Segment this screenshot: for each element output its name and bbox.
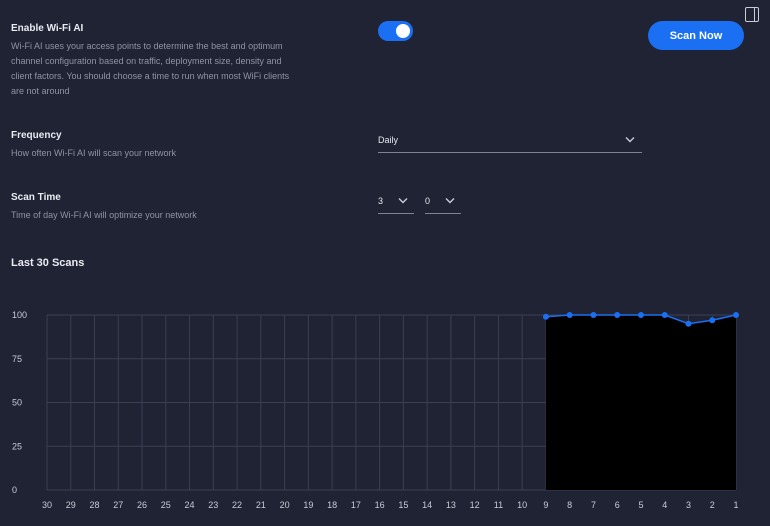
chevron-down-icon	[445, 198, 455, 204]
wifi-ai-title: Enable Wi-Fi AI	[11, 23, 84, 34]
wifi-ai-description-line: client factors. You should choose a time…	[11, 71, 290, 81]
chevron-down-icon	[625, 137, 635, 143]
scan-time-description: Time of day Wi-Fi AI will optimize your …	[11, 210, 197, 220]
side-panel-icon[interactable]	[745, 7, 759, 22]
last-scans-chart: 0255075100 30 29 28 27 26 25 24 23 22 21 20 19 18 17 1…	[12, 310, 739, 510]
x-tick-label: 11	[494, 500, 503, 510]
scan-time-minute-value: 0	[425, 195, 431, 206]
x-tick-label: 5	[638, 500, 643, 510]
x-tick-label: 25	[161, 500, 171, 510]
x-tick-label: 22	[232, 500, 242, 510]
wifi-ai-description: Wi-Fi AI uses your access points to dete…	[11, 39, 351, 99]
x-tick-label: 18	[327, 500, 337, 510]
scan-now-button[interactable]: Scan Now	[648, 21, 744, 50]
x-tick-label: 21	[256, 500, 266, 510]
x-tick-label: 6	[615, 500, 620, 510]
x-tick-label: 20	[280, 500, 290, 510]
frequency-select-value: Daily	[378, 134, 399, 145]
x-tick-label: 14	[422, 500, 432, 510]
frequency-description: How often Wi-Fi AI will scan your networ…	[11, 148, 177, 158]
chart-point	[661, 312, 668, 318]
chart-x-ticks: 30 29 28 27 26 25 24 23 22 21 20 19 18 17 16 15 14 13 12 11…	[42, 500, 739, 510]
x-tick-label: 26	[137, 500, 147, 510]
y-tick-label: 75	[12, 354, 22, 364]
wifi-ai-description-line: channel configuration based on traffic, …	[11, 56, 282, 66]
x-tick-label: 1	[733, 500, 738, 510]
x-tick-label: 13	[446, 500, 456, 510]
scan-time-minute-select[interactable]: 0	[425, 192, 461, 214]
x-tick-label: 3	[686, 500, 691, 510]
chart-point	[590, 312, 597, 318]
frequency-select[interactable]: Daily	[378, 131, 642, 153]
y-tick-label: 25	[12, 441, 22, 451]
chart-y-ticks: 0 25 50 75 100	[12, 310, 27, 495]
x-tick-label: 29	[66, 500, 76, 510]
x-tick-label: 19	[303, 500, 313, 510]
x-tick-label: 17	[351, 500, 361, 510]
chevron-down-icon	[398, 198, 408, 204]
x-tick-label: 9	[543, 500, 548, 510]
x-tick-label: 10	[517, 500, 527, 510]
x-tick-label: 7	[591, 500, 596, 510]
scan-time-title: Scan Time	[11, 192, 61, 203]
x-tick-label: 27	[113, 500, 123, 510]
x-tick-label: 8	[567, 500, 572, 510]
scan-time-hour-select[interactable]: 3	[378, 192, 414, 214]
toggle-knob	[396, 24, 410, 38]
chart-area-fill	[545, 315, 736, 490]
chart-point	[566, 312, 573, 318]
chart-area	[545, 314, 737, 490]
y-tick-label: 50	[12, 398, 22, 408]
y-tick-label: 0	[12, 485, 17, 495]
chart-point	[614, 312, 621, 318]
x-tick-label: 24	[185, 500, 195, 510]
wifi-ai-description-line: are not around	[11, 86, 70, 96]
x-tick-label: 30	[42, 500, 52, 510]
x-tick-label: 28	[90, 500, 100, 510]
x-tick-label: 4	[662, 500, 667, 510]
x-tick-label: 12	[470, 500, 480, 510]
chart-point	[685, 320, 692, 327]
wifi-ai-description-line: Wi-Fi AI uses your access points to dete…	[11, 41, 283, 51]
y-tick-label: 100	[12, 310, 27, 320]
wifi-ai-toggle[interactable]	[378, 21, 413, 41]
x-tick-label: 16	[375, 500, 385, 510]
x-tick-label: 2	[710, 500, 715, 510]
x-tick-label: 23	[208, 500, 218, 510]
chart-point	[733, 312, 739, 318]
chart-point	[637, 312, 644, 318]
chart-point	[709, 317, 716, 324]
last-scans-title: Last 30 Scans	[11, 257, 85, 269]
scan-time-hour-value: 3	[378, 195, 384, 206]
x-tick-label: 15	[398, 500, 408, 510]
chart-point	[542, 313, 549, 320]
frequency-title: Frequency	[11, 130, 62, 141]
